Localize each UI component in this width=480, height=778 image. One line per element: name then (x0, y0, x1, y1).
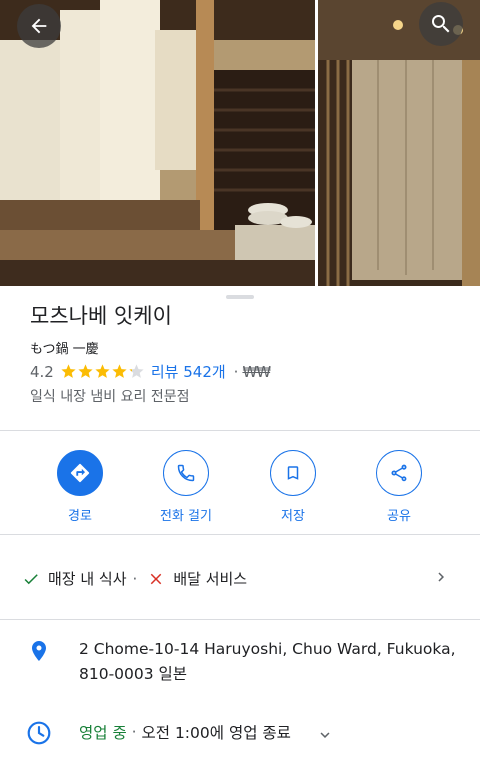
hours-text: 영업 중 · 오전 1:00에 영업 종료 (79, 721, 291, 743)
open-status: 영업 중 (79, 724, 127, 742)
share-button[interactable]: 공유 (354, 450, 444, 524)
star-icon (95, 364, 110, 378)
bookmark-icon (287, 466, 299, 480)
star-icon (129, 364, 144, 378)
search-button[interactable] (419, 2, 463, 46)
action-label: 전화 걸기 (160, 509, 212, 524)
phone-icon (177, 464, 195, 482)
back-button[interactable] (17, 4, 61, 48)
action-label: 저장 (281, 509, 305, 524)
delivery-label: 배달 서비스 (173, 570, 248, 588)
save-circle (270, 450, 316, 496)
address-text: 2 Chome-10-14 Haruyoshi, Chuo Ward, Fuku… (79, 640, 456, 683)
star-icon (112, 364, 127, 378)
restaurant-entrance-photo[interactable] (318, 0, 480, 286)
drag-handle[interactable] (226, 295, 254, 299)
search-icon (432, 15, 450, 33)
location-pin-icon (32, 641, 46, 661)
place-native-name: もつ鍋 一慶 (30, 342, 99, 357)
star-icon (61, 364, 76, 378)
check-icon (24, 573, 38, 584)
action-label: 공유 (387, 509, 411, 524)
photo-gallery[interactable] (0, 0, 480, 286)
chevron-right-icon[interactable] (432, 568, 450, 586)
rating-row: 4.2 리뷰 542개 · ₩₩ (30, 361, 271, 382)
closing-time: 오전 1:00에 영업 종료 (141, 724, 291, 742)
separator-dot: · (132, 569, 138, 588)
place-title: 모츠나베 잇케이 (30, 304, 172, 328)
dine-in-label: 매장 내 식사 (48, 570, 127, 588)
place-details-sheet: 모츠나베 잇케이 もつ鍋 一慶 4.2 리뷰 542개 · ₩₩ 일식 내장 냄… (0, 286, 480, 778)
clock-icon (27, 721, 51, 745)
directions-circle (57, 450, 103, 496)
call-button[interactable]: 전화 걸기 (141, 450, 231, 524)
star-icon (78, 364, 93, 378)
separator-dot: · (126, 723, 142, 741)
chevron-down-icon[interactable] (316, 726, 334, 744)
back-arrow-icon (31, 18, 47, 34)
rating-stars (60, 363, 145, 380)
rating-value: 4.2 (30, 362, 54, 381)
separator-dot: · (233, 362, 239, 381)
cross-icon (151, 573, 162, 584)
call-circle (163, 450, 209, 496)
directions-button[interactable]: 경로 (35, 450, 125, 524)
action-bar: 경로 전화 걸기 저장 공유 (0, 431, 480, 534)
price-level: ₩₩ (242, 362, 271, 381)
share-icon (391, 464, 407, 482)
reviews-link[interactable]: 리뷰 542개 (151, 361, 226, 382)
place-category: 일식 내장 냄비 요리 전문점 (30, 389, 190, 405)
action-label: 경로 (68, 509, 92, 524)
service-options: 매장 내 식사 · 배달 서비스 (22, 568, 247, 589)
hours-row[interactable]: 영업 중 · 오전 1:00에 영업 종료 (0, 706, 480, 766)
address-row[interactable]: 2 Chome-10-14 Haruyoshi, Chuo Ward, Fuku… (0, 620, 480, 700)
save-button[interactable]: 저장 (248, 450, 338, 524)
share-circle (376, 450, 422, 496)
entrance-photo-drawing (318, 0, 480, 286)
directions-icon (70, 463, 90, 483)
service-options-row[interactable]: 매장 내 식사 · 배달 서비스 (0, 535, 480, 619)
